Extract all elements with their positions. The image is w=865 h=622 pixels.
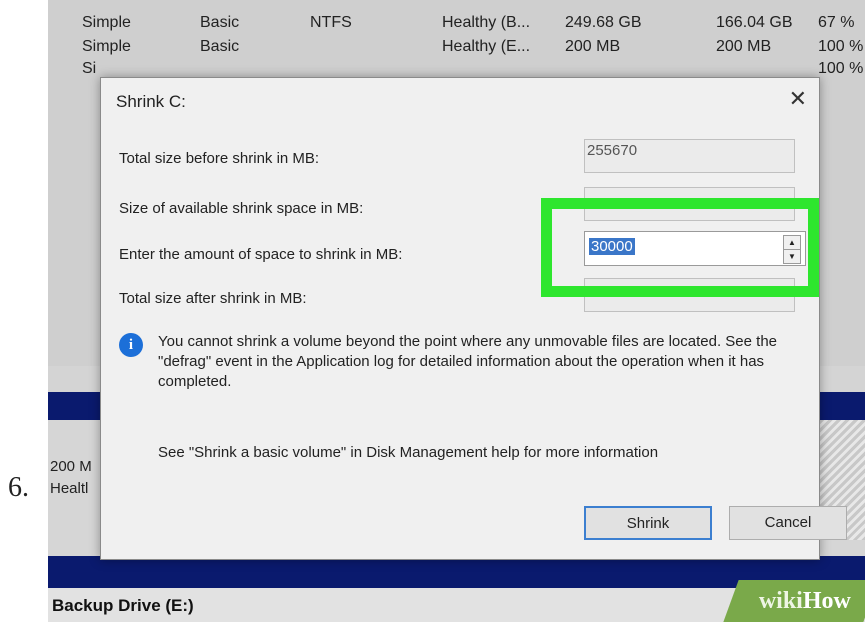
cell-layout: Simple	[82, 38, 131, 55]
info-icon: i	[119, 333, 143, 357]
disk-status-label: Healtl	[50, 480, 89, 497]
cell-free: 166.04 GB	[716, 14, 793, 31]
cell-status: Healthy (E...	[442, 38, 531, 55]
cancel-button[interactable]: Cancel	[729, 506, 847, 540]
step-number: 6.	[8, 472, 29, 503]
disk-size-label: 200 M	[50, 458, 92, 475]
total-before-label: Total size before shrink in MB:	[119, 150, 320, 167]
shrink-dialog: Shrink C: ✕ Total size before shrink in …	[100, 77, 847, 560]
available-space-label: Size of available shrink space in MB:	[119, 200, 364, 217]
cell-type: Basic	[200, 14, 240, 31]
cell-percent: 100 %	[818, 60, 864, 77]
cell-percent: 67 %	[818, 14, 855, 31]
cell-layout: Simple	[82, 14, 131, 31]
cell-capacity: 249.68 GB	[565, 14, 642, 31]
shrink-button[interactable]: Shrink	[584, 506, 712, 540]
cell-type: Basic	[200, 38, 240, 55]
total-before-field: 255670	[584, 139, 795, 173]
disk-management-screenshot: Simple Basic NTFS Healthy (B... 249.68 G…	[48, 0, 865, 622]
highlight-box	[541, 198, 819, 297]
cell-status: Healthy (B...	[442, 14, 531, 31]
table-row[interactable]: Simple Basic Healthy (E... 200 MB 200 MB…	[48, 38, 865, 58]
cell-percent: 100 %	[818, 38, 864, 55]
close-icon[interactable]: ✕	[789, 86, 807, 112]
cell-capacity: 200 MB	[565, 38, 621, 55]
dialog-title: Shrink C:	[116, 92, 186, 111]
shrink-amount-label: Enter the amount of space to shrink in M…	[119, 246, 403, 263]
help-message: See "Shrink a basic volume" in Disk Mana…	[158, 444, 659, 461]
cell-fs: NTFS	[310, 14, 352, 31]
backup-drive-label: Backup Drive (E:)	[52, 596, 194, 615]
info-message: You cannot shrink a volume beyond the po…	[158, 333, 778, 390]
cell-layout: Si	[82, 60, 97, 77]
wikihow-logo-text: wikiHow	[758, 588, 851, 614]
total-after-label: Total size after shrink in MB:	[119, 290, 307, 307]
cell-free: 200 MB	[716, 38, 772, 55]
wikihow-watermark: wikiHow	[723, 580, 865, 622]
table-row[interactable]: Simple Basic NTFS Healthy (B... 249.68 G…	[48, 14, 865, 34]
